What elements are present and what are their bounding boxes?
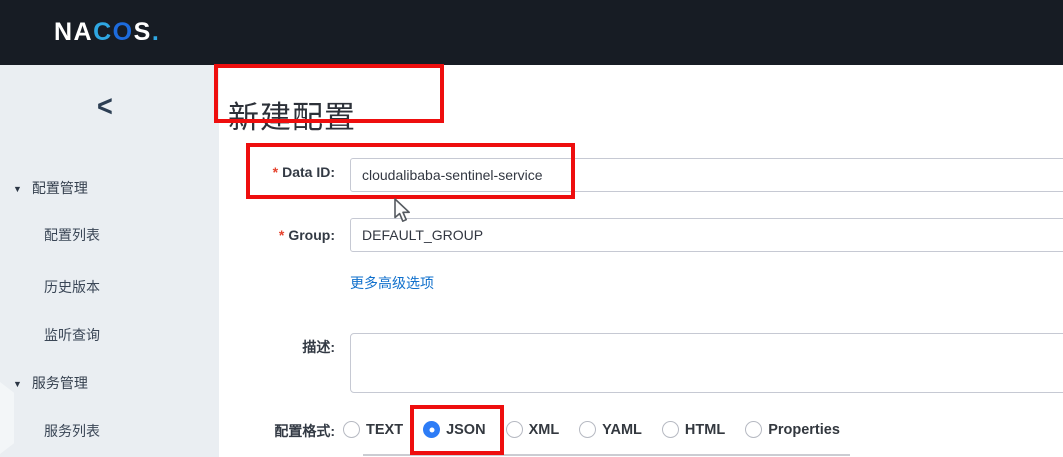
group-input[interactable] [350,218,1063,252]
group-label-text: Group: [288,227,335,243]
data-id-label: * Data ID: [215,164,335,181]
logo-text-c: C [93,18,113,46]
sidebar-item-history-versions[interactable]: 历史版本 [0,278,263,296]
format-radio-json[interactable]: JSON [423,421,486,438]
more-advanced-options-link[interactable]: 更多高级选项 [350,273,434,293]
nacos-logo[interactable]: NACOS. [54,0,160,65]
data-id-label-text: Data ID: [282,164,335,180]
sidebar-collapse-icon[interactable]: < [97,89,113,123]
radio-circle-icon [343,421,360,438]
triangle-down-icon: ▼ [13,184,22,194]
format-radio-text[interactable]: TEXT [343,421,403,438]
radio-circle-icon [579,421,597,438]
radio-label: TEXT [366,421,404,438]
cropped-next-field-edge [363,454,850,456]
config-format-radio-group: TEXT JSON XML YAML HTML Properties [343,421,840,438]
radio-circle-icon [505,421,523,438]
config-format-label: 配置格式: [274,423,335,439]
format-radio-xml[interactable]: XML [505,421,560,438]
required-asterisk: * [272,164,279,180]
format-radio-properties[interactable]: Properties [745,421,840,438]
sidebar-section-label: 服务管理 [31,375,88,391]
format-radio-html[interactable]: HTML [661,421,726,438]
page-title: 新建配置 [228,99,356,135]
radio-circle-icon [661,421,679,438]
logo-text-s: S [133,18,152,46]
radio-label: HTML [684,421,726,438]
logo-text-dot: . [151,18,161,46]
radio-label: XML [528,421,560,438]
description-textarea[interactable] [350,333,1063,393]
group-label: * Group: [215,227,335,244]
sidebar-section-label: 配置管理 [31,180,88,196]
description-label: 描述: [302,339,335,355]
radio-label: JSON [446,421,486,438]
sidebar-section-service-management[interactable]: ▼ 服务管理 [0,374,219,392]
required-asterisk: * [278,227,285,243]
data-id-input[interactable] [350,158,1063,192]
radio-label: Properties [768,421,840,438]
sidebar-section-config-management[interactable]: ▼ 配置管理 [0,179,219,197]
top-header-bar: NACOS. [0,0,1063,65]
left-sidebar: < ▼ 配置管理 配置列表 历史版本 监听查询 ▼ 服务管理 服务列表 [0,65,219,457]
triangle-down-icon: ▼ [13,379,22,389]
format-radio-yaml[interactable]: YAML [579,421,642,438]
radio-circle-icon [745,421,763,438]
radio-circle-icon [423,421,441,438]
radio-label: YAML [602,421,642,438]
logo-text-na: NA [54,18,94,46]
sidebar-watermark-shape [0,382,14,454]
logo-text-o: O [112,18,134,46]
